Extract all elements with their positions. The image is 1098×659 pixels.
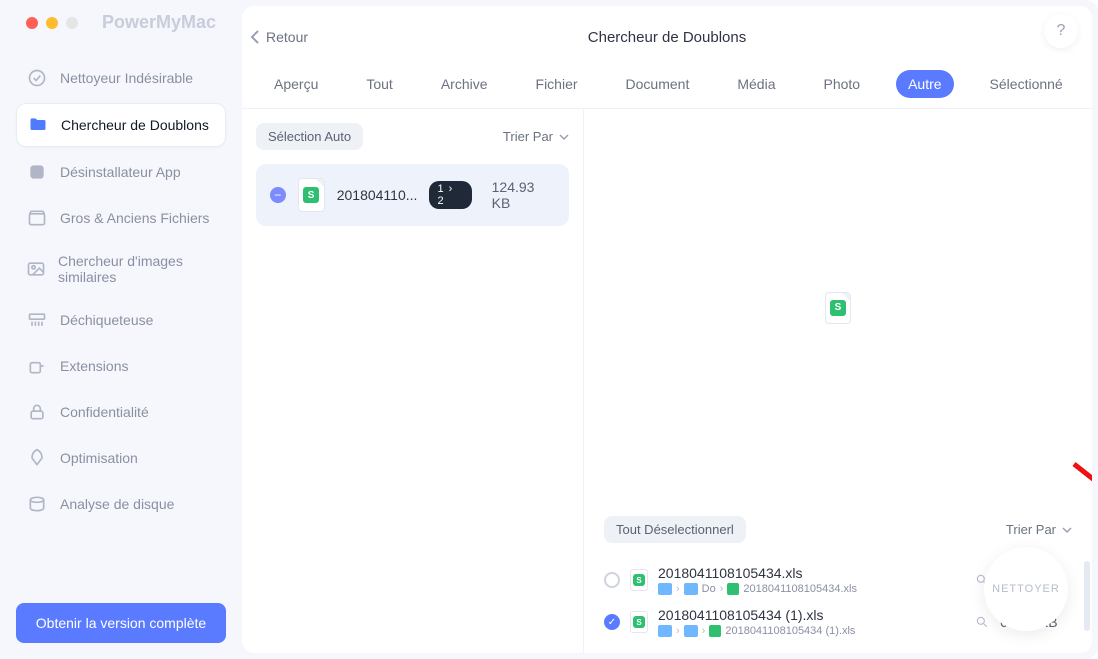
file-meta: 2018041108105434 (1).xls › › 20180411081…	[658, 607, 964, 637]
sidebar-nav: Nettoyeur Indésirable Chercheur de Doubl…	[16, 57, 226, 591]
reveal-icon[interactable]	[974, 614, 990, 630]
sidebar-item-similar-images[interactable]: Chercheur d'images similaires	[16, 243, 226, 295]
topbar: Retour Chercheur de Doublons ?	[242, 6, 1092, 58]
folder-duplicate-icon	[27, 114, 49, 136]
minimize-icon[interactable]	[46, 17, 58, 29]
checkbox-checked[interactable]: ✓	[604, 614, 620, 630]
broom-icon	[26, 67, 48, 89]
file-meta: 2018041108105434.xls › Do› 2018041108105…	[658, 565, 964, 595]
brand-label: PowerMyMac	[102, 12, 216, 33]
sidebar-item-label: Extensions	[60, 358, 128, 374]
xls-icon	[709, 625, 721, 637]
sort-label: Trier Par	[1006, 522, 1056, 537]
window-controls: PowerMyMac	[16, 12, 226, 33]
sidebar-item-app-uninstaller[interactable]: Désinstallateur App	[16, 151, 226, 193]
sort-label: Trier Par	[503, 129, 553, 144]
page-title: Chercheur de Doublons	[242, 29, 1092, 46]
back-label: Retour	[266, 29, 308, 45]
xls-badge: S	[830, 300, 846, 316]
chevron-left-icon	[250, 30, 260, 44]
chevron-down-icon	[1062, 525, 1072, 535]
main-content: Retour Chercheur de Doublons ? Aperçu To…	[242, 6, 1092, 653]
sidebar-item-label: Optimisation	[60, 450, 138, 466]
file-path: › Do› 2018041108105434.xls	[658, 583, 964, 595]
folder-icon	[684, 625, 698, 637]
tab-other[interactable]: Autre	[896, 70, 953, 98]
partial-select-icon: −	[270, 187, 286, 203]
sidebar-item-disk-analysis[interactable]: Analyse de disque	[16, 483, 226, 525]
left-toolbar: Sélection Auto Trier Par	[256, 123, 569, 150]
file-name: 2018041108105434.xls	[658, 565, 964, 581]
sidebar-item-privacy[interactable]: Confidentialité	[16, 391, 226, 433]
duplicate-group-item[interactable]: − S 201804110... 1 › 2 124.93 KB	[256, 164, 569, 226]
preview-file-icon: S	[825, 292, 851, 324]
tab-all[interactable]: Tout	[354, 70, 404, 98]
left-sort-button[interactable]: Trier Par	[503, 129, 569, 144]
file-name: 2018041108105434 (1).xls	[658, 607, 964, 623]
deselect-all-button[interactable]: Tout Déselectionnerl	[604, 516, 746, 543]
upgrade-button[interactable]: Obtenir la version complète	[16, 603, 226, 643]
app-icon	[26, 161, 48, 183]
lock-icon	[26, 401, 48, 423]
sidebar-item-junk-cleaner[interactable]: Nettoyeur Indésirable	[16, 57, 226, 99]
group-count-badge: 1 › 2	[429, 181, 471, 209]
sidebar-item-label: Déchiqueteuse	[60, 312, 153, 328]
maximize-icon[interactable]	[66, 17, 78, 29]
checkbox-unchecked[interactable]	[604, 572, 620, 588]
sidebar-item-label: Chercheur de Doublons	[61, 117, 209, 133]
file-path: › › 2018041108105434 (1).xls	[658, 625, 964, 637]
folder-icon	[684, 583, 698, 595]
group-size: 124.93 KB	[492, 179, 555, 211]
back-button[interactable]: Retour	[250, 29, 308, 45]
help-button[interactable]: ?	[1044, 14, 1078, 48]
rocket-icon	[26, 447, 48, 469]
sidebar-item-label: Désinstallateur App	[60, 164, 181, 180]
file-preview: S	[584, 109, 1092, 506]
app-window: PowerMyMac Nettoyeur Indésirable Cherche…	[0, 0, 1098, 659]
file-type-icon: S	[298, 178, 325, 212]
sidebar-item-large-old-files[interactable]: Gros & Anciens Fichiers	[16, 197, 226, 239]
shredder-icon	[26, 309, 48, 331]
file-icon: S	[630, 611, 648, 633]
tab-archive[interactable]: Archive	[429, 70, 500, 98]
tab-document[interactable]: Document	[614, 70, 702, 98]
image-icon	[26, 258, 46, 280]
right-sort-button[interactable]: Trier Par	[1006, 522, 1072, 537]
box-icon	[26, 207, 48, 229]
tab-file[interactable]: Fichier	[524, 70, 590, 98]
xls-badge: S	[303, 187, 319, 203]
content-area: Sélection Auto Trier Par − S 201804110..…	[242, 109, 1092, 653]
disk-icon	[26, 493, 48, 515]
sidebar-item-label: Confidentialité	[60, 404, 149, 420]
sidebar-item-label: Gros & Anciens Fichiers	[60, 210, 209, 226]
auto-select-button[interactable]: Sélection Auto	[256, 123, 363, 150]
sidebar-item-duplicate-finder[interactable]: Chercheur de Doublons	[16, 103, 226, 147]
group-name: 201804110...	[337, 187, 418, 203]
close-icon[interactable]	[26, 17, 38, 29]
scrollbar[interactable]	[1084, 561, 1090, 631]
sidebar: PowerMyMac Nettoyeur Indésirable Cherche…	[0, 0, 242, 659]
file-icon: S	[630, 569, 648, 591]
sidebar-item-extensions[interactable]: Extensions	[16, 345, 226, 387]
folder-icon	[658, 583, 672, 595]
sidebar-item-shredder[interactable]: Déchiqueteuse	[16, 299, 226, 341]
folder-icon	[658, 625, 672, 637]
tab-selected[interactable]: Sélectionné	[978, 70, 1075, 98]
clean-button[interactable]: NETTOYER	[984, 547, 1068, 631]
details-toolbar: Tout Déselectionnerl Trier Par	[584, 506, 1092, 553]
tab-overview[interactable]: Aperçu	[262, 70, 330, 98]
chevron-down-icon	[559, 132, 569, 142]
sidebar-item-label: Analyse de disque	[60, 496, 174, 512]
xls-icon	[727, 583, 739, 595]
duplicate-groups-pane: Sélection Auto Trier Par − S 201804110..…	[242, 109, 584, 653]
tab-media[interactable]: Média	[725, 70, 787, 98]
filter-tabs: Aperçu Tout Archive Fichier Document Méd…	[242, 58, 1092, 109]
tab-photo[interactable]: Photo	[811, 70, 872, 98]
puzzle-icon	[26, 355, 48, 377]
sidebar-item-optimization[interactable]: Optimisation	[16, 437, 226, 479]
sidebar-item-label: Nettoyeur Indésirable	[60, 70, 193, 86]
sidebar-item-label: Chercheur d'images similaires	[58, 253, 216, 285]
